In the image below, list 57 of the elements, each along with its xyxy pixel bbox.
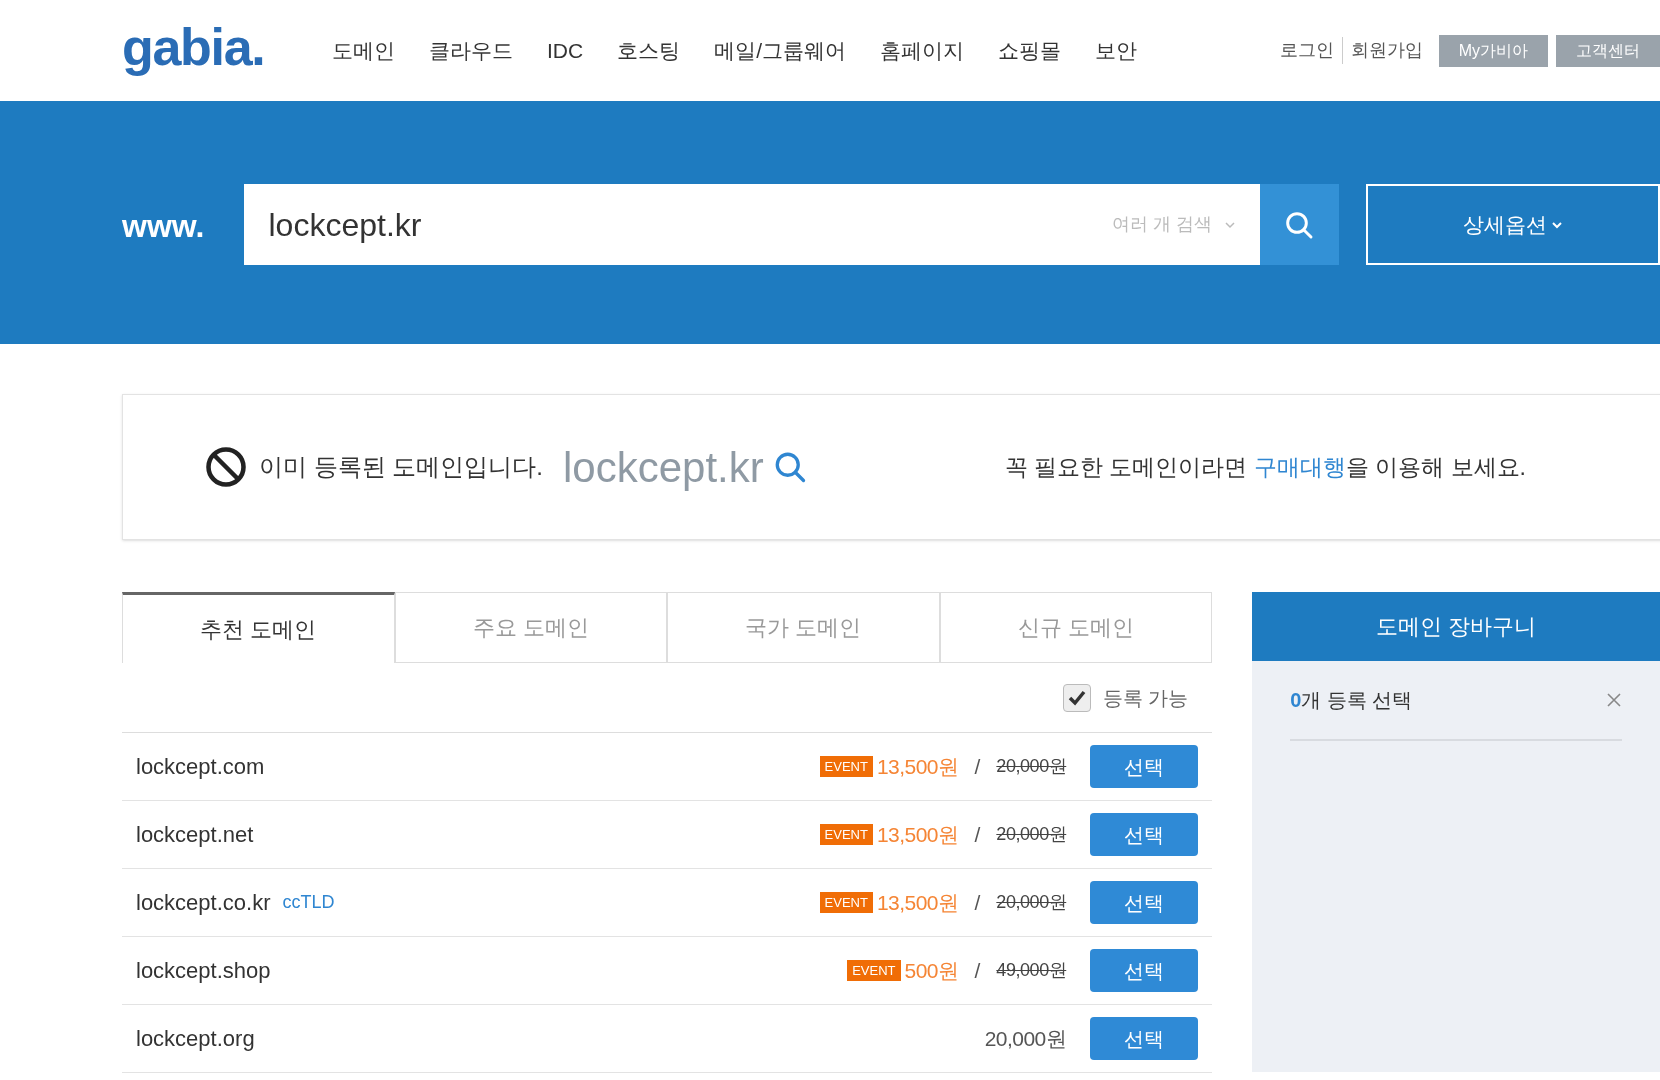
notice-message: 이미 등록된 도메인입니다. [259,452,543,482]
sale-price: 13,500원 [876,753,959,780]
original-price: 49,000원 [996,959,1067,982]
searched-domain: lockcept.kr [563,442,764,493]
sale-price: 500원 [904,957,959,984]
select-button[interactable]: 선택 [1090,949,1199,992]
nav-item[interactable]: 쇼핑몰 [998,34,1061,67]
price-separator: / [974,753,981,780]
sale-price: 13,500원 [876,821,959,848]
logo[interactable]: gabia. [122,7,332,86]
domain-name: lockcept.com [136,753,265,781]
event-badge: EVENT [819,823,873,846]
domain-tab[interactable]: 신규 도메인 [939,592,1213,663]
select-button[interactable]: 선택 [1090,881,1199,924]
original-price: 20,000원 [996,891,1067,914]
checkbox-label: 등록 가능 [1102,685,1189,711]
domain-name: lockcept.co.kr [136,889,271,917]
available-checkbox[interactable] [1062,683,1091,712]
domain-tab[interactable]: 추천 도메인 [122,592,395,663]
detail-options-button[interactable]: 상세옵션 [1365,184,1660,265]
domain-name: lockcept.net [136,821,254,849]
price-separator: / [974,821,981,848]
event-badge: EVENT [819,755,873,778]
event-badge: EVENT [819,891,873,914]
nav-item[interactable]: 메일/그룹웨어 [714,34,846,67]
cart-title: 도메인 장바구니 [1376,613,1537,641]
nav-item[interactable]: IDC [547,34,584,67]
purchase-agent-link[interactable]: 구매대행 [1253,453,1346,480]
nav-item[interactable]: 호스팅 [617,34,681,67]
header-link[interactable]: 로그인 [1271,37,1342,64]
select-button[interactable]: 선택 [1090,1017,1199,1060]
search-button[interactable] [1259,184,1339,265]
event-badge: EVENT [847,959,901,982]
domain-tab[interactable]: 국가 도메인 [667,592,940,663]
nav-item[interactable]: 보안 [1095,34,1137,67]
nav-item[interactable]: 클라우드 [429,34,513,67]
sale-price: 13,500원 [876,889,959,916]
prohibited-icon [205,446,247,488]
nav-item[interactable]: 홈페이지 [880,34,964,67]
domain-name: lockcept.org [136,1025,255,1053]
regular-price: 20,000원 [984,1025,1067,1052]
www-prefix: www. [122,207,206,246]
price-separator: / [974,957,981,984]
cctld-tag: ccTLD [282,889,335,916]
price-separator: / [974,889,981,916]
close-icon[interactable] [1606,692,1622,708]
select-button[interactable]: 선택 [1090,813,1199,856]
notice-hint: 꼭 필요한 도메인이라면 구매대행을 이용해 보세요. [1004,452,1526,482]
select-button[interactable]: 선택 [1090,745,1199,788]
domain-name: lockcept.shop [136,957,271,985]
cart-count: 0개 등록 선택 [1290,688,1413,713]
original-price: 20,000원 [996,755,1067,778]
header-link[interactable]: 회원가입 [1341,37,1431,64]
domain-tab[interactable]: 주요 도메인 [394,592,668,663]
original-price: 20,000원 [996,823,1067,846]
nav-item[interactable]: 도메인 [332,34,395,67]
search-field[interactable]: lockcept.kr 여러 개 검색 [244,184,1260,265]
